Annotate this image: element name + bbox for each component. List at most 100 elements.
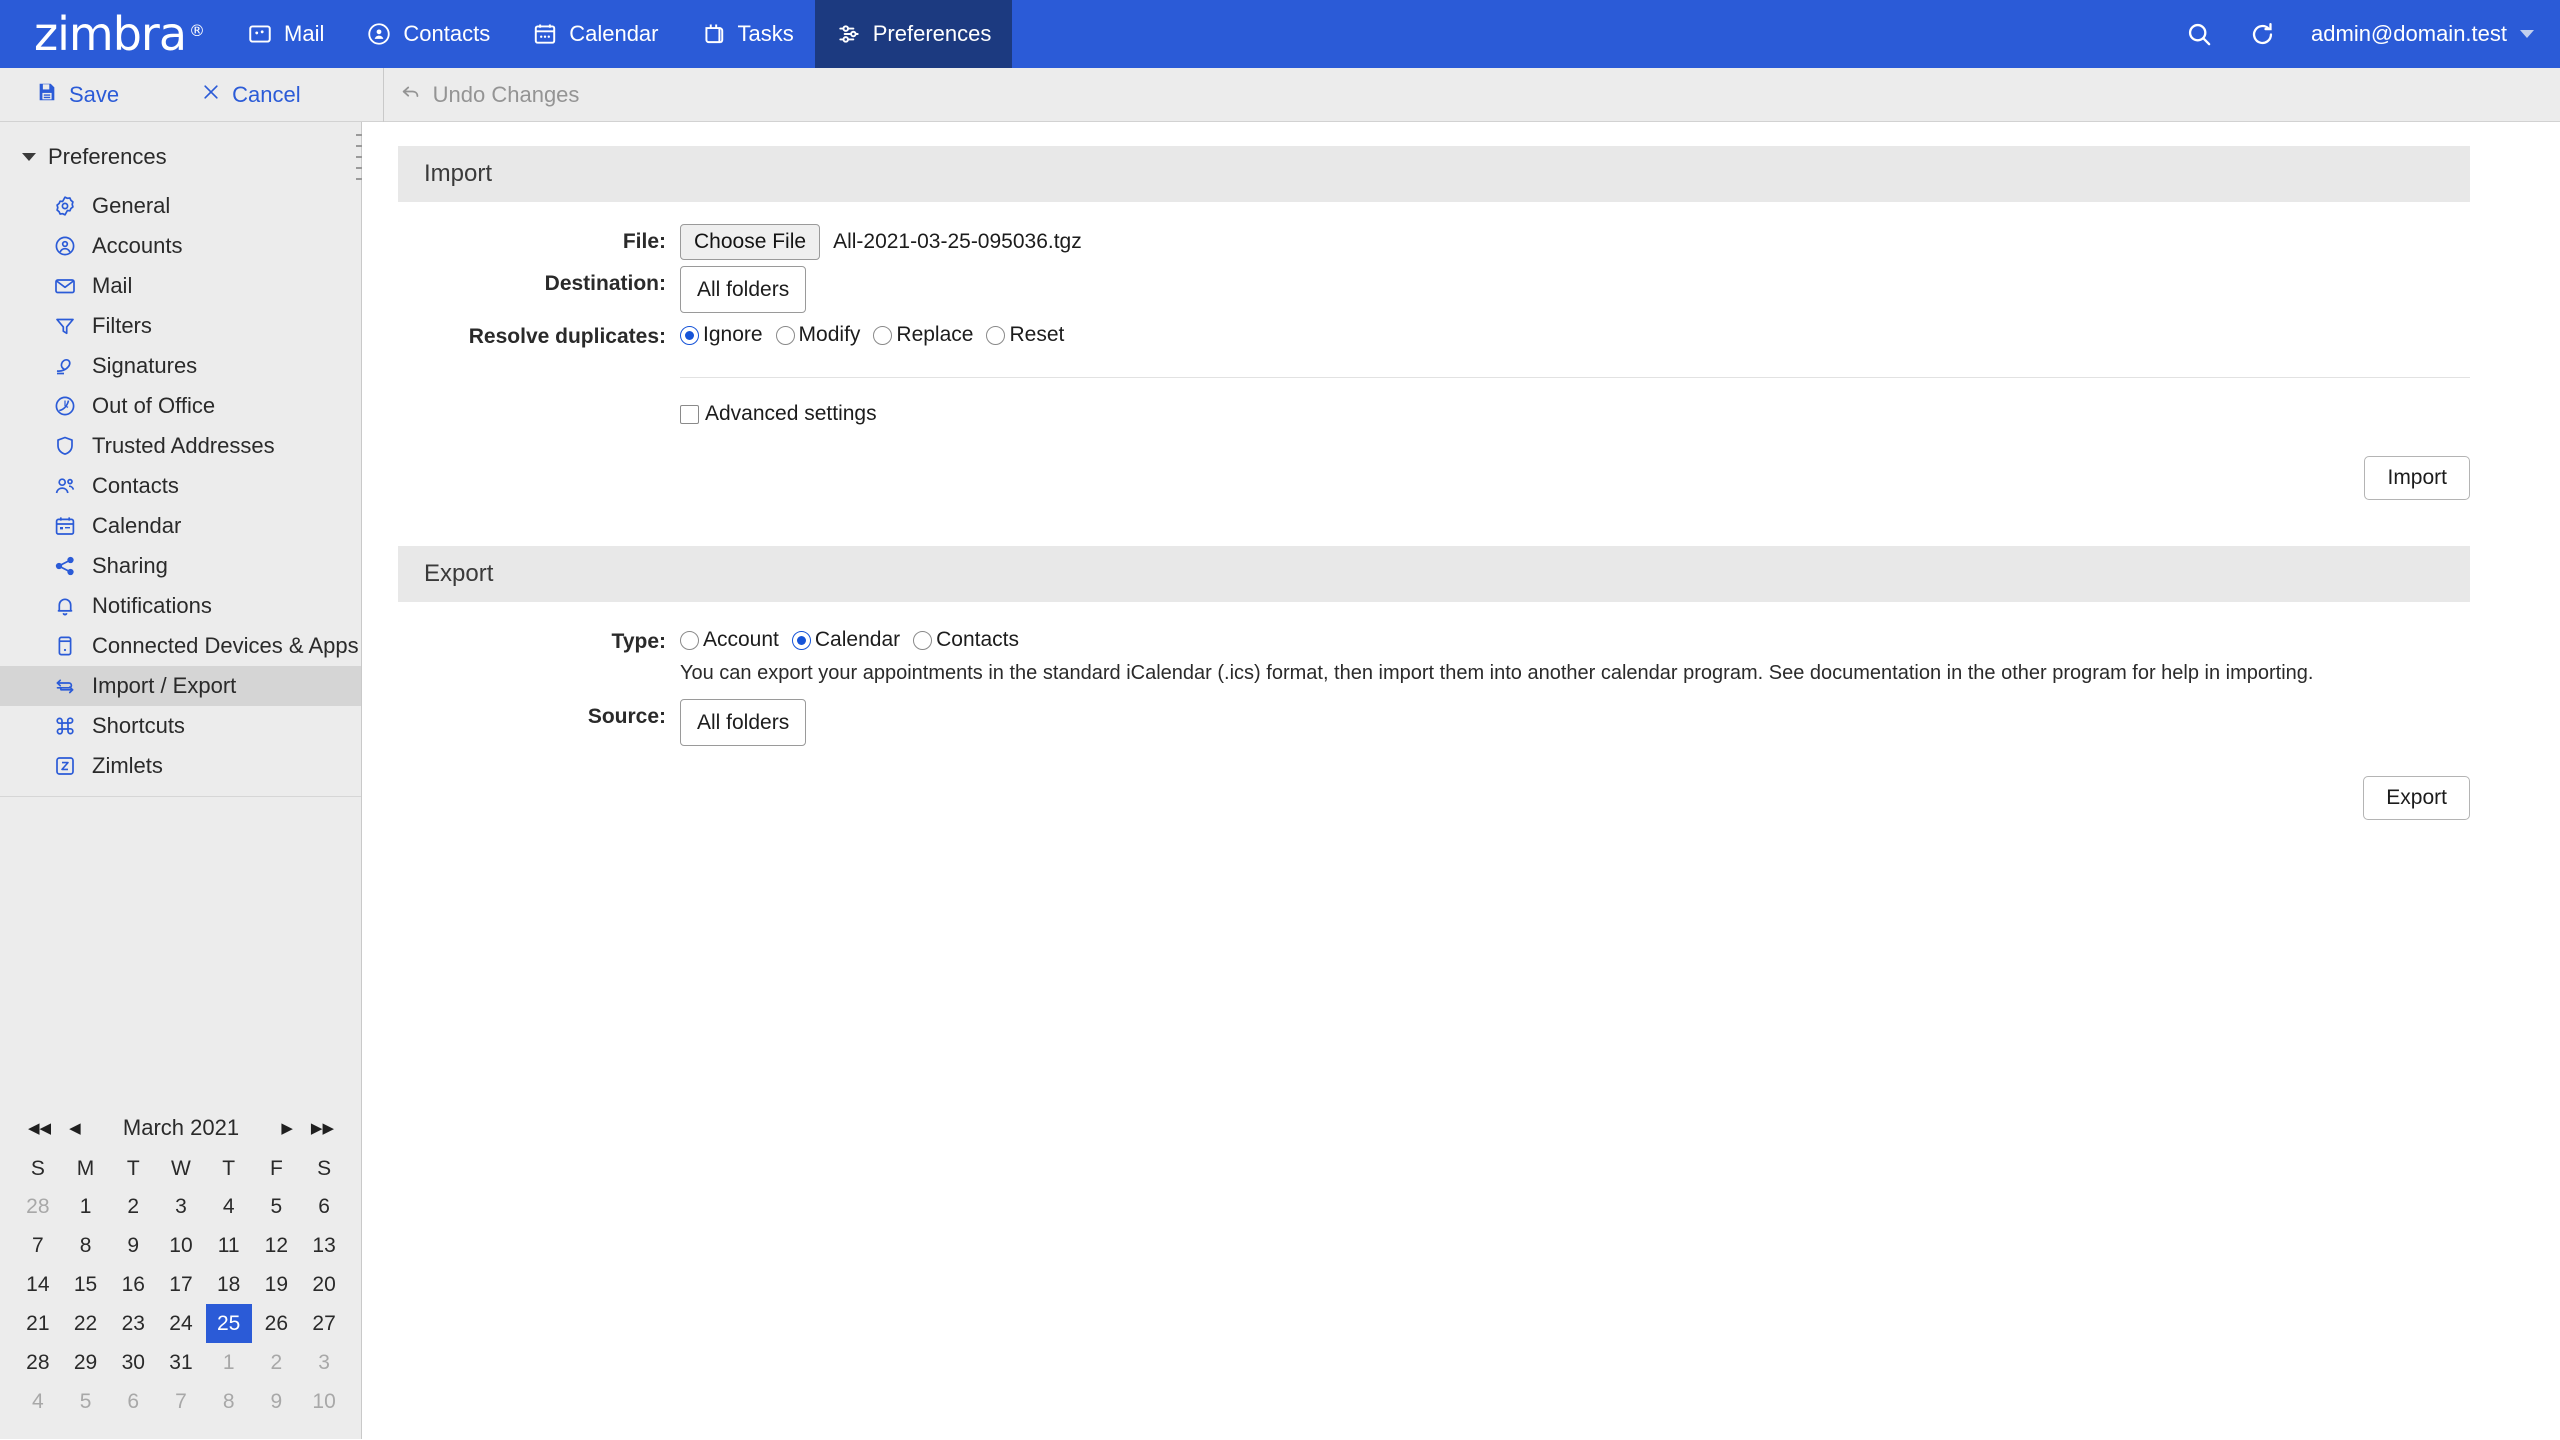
sidebar-item-trusted-addresses[interactable]: Trusted Addresses	[0, 426, 362, 466]
radio-option-modify[interactable]: Modify	[775, 323, 860, 347]
mini-calendar-day[interactable]: 31	[157, 1343, 205, 1382]
radio-indicator[interactable]	[986, 325, 1006, 345]
mini-calendar-day[interactable]: 21	[14, 1304, 62, 1343]
import-destination-select[interactable]: All folders	[680, 266, 807, 314]
undo-changes-button[interactable]: Undo Changes	[384, 81, 579, 109]
sidebar-item-sharing[interactable]: Sharing	[0, 546, 362, 586]
radio-indicator[interactable]	[873, 325, 893, 345]
radio-option-account[interactable]: Account	[680, 628, 779, 652]
mini-calendar-day[interactable]: 8	[62, 1226, 110, 1265]
sidebar-item-contacts[interactable]: Contacts	[0, 466, 362, 506]
mini-calendar-day[interactable]: 9	[253, 1382, 301, 1421]
nav-tab-calendar[interactable]: Calendar	[511, 0, 679, 68]
choose-file-button[interactable]: Choose File	[680, 224, 821, 260]
mini-calendar-day-number: 26	[264, 1311, 289, 1335]
calendar-prev-button[interactable]: ◀	[69, 1121, 81, 1136]
mini-calendar-day[interactable]: 28	[14, 1187, 62, 1226]
mini-calendar-day[interactable]: 4	[14, 1382, 62, 1421]
sidebar-item-zimlets[interactable]: Zimlets	[0, 746, 362, 786]
mini-calendar-day[interactable]: 10	[157, 1226, 205, 1265]
sidebar-item-connected-devices[interactable]: Connected Devices & Apps	[0, 626, 362, 666]
sidebar-item-mail[interactable]: Mail	[0, 266, 362, 306]
mini-calendar-day[interactable]: 19	[253, 1265, 301, 1304]
refresh-icon[interactable]	[2248, 20, 2277, 49]
sidebar-item-general[interactable]: General	[0, 186, 362, 226]
cancel-button[interactable]: Cancel	[187, 82, 314, 108]
radio-option-calendar[interactable]: Calendar	[791, 628, 900, 652]
sidebar-item-out-of-office[interactable]: Out of Office	[0, 386, 362, 426]
mini-calendar-day[interactable]: 5	[253, 1187, 301, 1226]
search-icon[interactable]	[2185, 20, 2214, 49]
mini-calendar-day[interactable]: 30	[109, 1343, 157, 1382]
sidebar-item-shortcuts[interactable]: Shortcuts	[0, 706, 362, 746]
mini-calendar-day[interactable]: 29	[62, 1343, 110, 1382]
nav-tab-mail[interactable]: Mail	[226, 0, 345, 68]
nav-tab-contacts[interactable]: Contacts	[345, 0, 511, 68]
advanced-settings-checkbox-row[interactable]: Advanced settings	[680, 402, 2470, 426]
sidebar-item-calendar[interactable]: Calendar	[0, 506, 362, 546]
sidebar-item-signatures[interactable]: Signatures	[0, 346, 362, 386]
mini-calendar-day[interactable]: 14	[14, 1265, 62, 1304]
radio-indicator[interactable]	[913, 630, 933, 650]
export-source-select[interactable]: All folders	[680, 699, 807, 747]
account-menu[interactable]: admin@domain.test	[2311, 21, 2534, 47]
mini-calendar-day[interactable]: 15	[62, 1265, 110, 1304]
mini-calendar-day[interactable]: 26	[253, 1304, 301, 1343]
radio-option-ignore[interactable]: Ignore	[680, 323, 763, 347]
export-button[interactable]: Export	[2363, 776, 2470, 821]
mini-calendar-day[interactable]: 3	[157, 1187, 205, 1226]
mini-calendar-day[interactable]: 5	[62, 1382, 110, 1421]
mini-calendar-day-number: 7	[32, 1233, 44, 1257]
advanced-settings-checkbox[interactable]	[680, 404, 699, 424]
mini-calendar-day[interactable]: 18	[205, 1265, 253, 1304]
radio-indicator[interactable]	[680, 325, 699, 345]
mini-calendar-day[interactable]: 2	[253, 1343, 301, 1382]
mini-calendar-day[interactable]: 3	[300, 1343, 348, 1382]
import-section-body: File: Choose File All-2021-03-25-095036.…	[398, 202, 2470, 501]
radio-indicator[interactable]	[791, 630, 811, 650]
clock-icon	[52, 393, 78, 419]
mini-calendar-day[interactable]: 28	[14, 1343, 62, 1382]
radio-indicator[interactable]	[680, 630, 699, 650]
mini-calendar-day[interactable]: 4	[205, 1187, 253, 1226]
mini-calendar-day[interactable]: 13	[300, 1226, 348, 1265]
mini-calendar-day[interactable]: 11	[205, 1226, 253, 1265]
calendar-last-button[interactable]: ▶▶	[311, 1121, 334, 1136]
radio-option-replace[interactable]: Replace	[873, 323, 973, 347]
nav-tab-tasks[interactable]: Tasks	[680, 0, 815, 68]
mini-calendar-day[interactable]: 9	[109, 1226, 157, 1265]
mini-calendar-day[interactable]: 2	[109, 1187, 157, 1226]
mini-calendar-day[interactable]: 10	[300, 1382, 348, 1421]
mini-calendar-day[interactable]: 8	[205, 1382, 253, 1421]
zimbra-logo[interactable]: zimbra ®	[0, 11, 226, 57]
calendar-next-button[interactable]: ▶	[281, 1121, 293, 1136]
sidebar-root-preferences[interactable]: Preferences	[0, 122, 362, 186]
sidebar-item-accounts[interactable]: Accounts	[0, 226, 362, 266]
radio-option-reset[interactable]: Reset	[986, 323, 1064, 347]
sidebar-item-notifications[interactable]: Notifications	[0, 586, 362, 626]
mini-calendar-day[interactable]: 27	[300, 1304, 348, 1343]
mini-calendar-day[interactable]: 7	[14, 1226, 62, 1265]
mini-calendar-day[interactable]: 23	[109, 1304, 157, 1343]
radio-option-contacts[interactable]: Contacts	[913, 628, 1019, 652]
mini-calendar-day[interactable]: 12	[253, 1226, 301, 1265]
mini-calendar-day[interactable]: 20	[300, 1265, 348, 1304]
sidebar-item-import-export[interactable]: Import / Export	[0, 666, 362, 706]
mini-calendar-day[interactable]: 1	[62, 1187, 110, 1226]
mini-calendar-day[interactable]: 25	[205, 1304, 253, 1343]
mini-calendar-day[interactable]: 16	[109, 1265, 157, 1304]
mini-calendar-day[interactable]: 6	[300, 1187, 348, 1226]
mini-calendar-day[interactable]: 17	[157, 1265, 205, 1304]
nav-tab-preferences[interactable]: Preferences	[814, 0, 1013, 68]
calendar-first-button[interactable]: ◀◀	[28, 1121, 51, 1136]
sidebar-item-filters[interactable]: Filters	[0, 306, 362, 346]
import-button[interactable]: Import	[2364, 456, 2470, 501]
mini-calendar-day[interactable]: 7	[157, 1382, 205, 1421]
mini-calendar-day-number: 22	[73, 1311, 98, 1335]
mini-calendar-day[interactable]: 22	[62, 1304, 110, 1343]
radio-indicator[interactable]	[775, 325, 795, 345]
save-button[interactable]: Save	[22, 81, 133, 109]
mini-calendar-day[interactable]: 24	[157, 1304, 205, 1343]
mini-calendar-day[interactable]: 6	[109, 1382, 157, 1421]
mini-calendar-day[interactable]: 1	[205, 1343, 253, 1382]
